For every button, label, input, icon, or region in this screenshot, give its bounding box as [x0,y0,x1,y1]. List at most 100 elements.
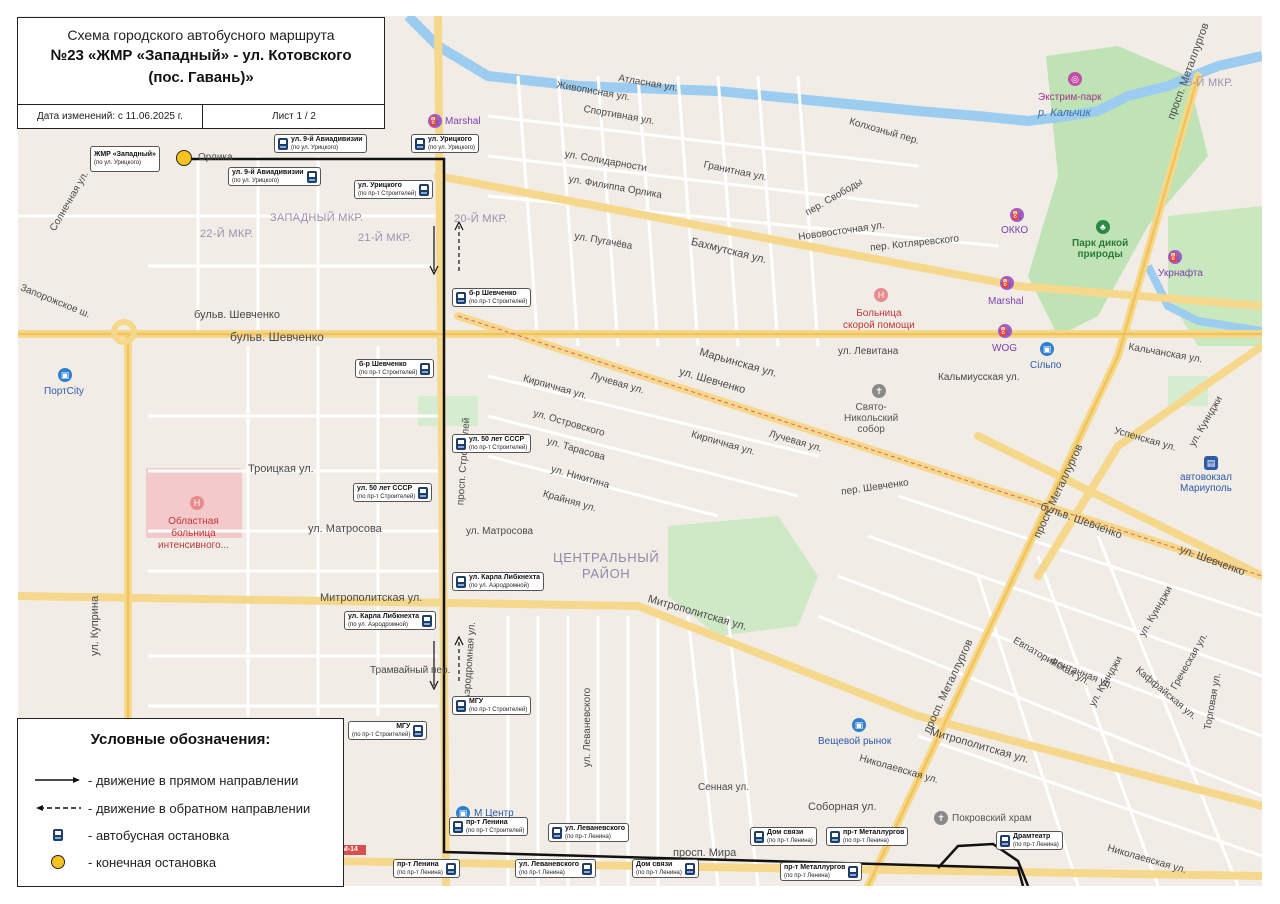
bus-stop[interactable]: ул. 50 лет СССР (по пр-т Строителей) [452,434,532,453]
change-date: Дата изменений: с 11.06.2025 г. [18,105,203,129]
bus-stop-icon [456,699,466,712]
bus-stop[interactable]: ул. Урицкого (по ул. Урицкого) [411,134,480,153]
poi-portcity[interactable]: ПортCity [44,386,84,397]
river-label: р. Кальчик [1038,107,1091,119]
title-block: Схема городского автобусного маршрута №2… [17,17,385,129]
district-central: ЦЕНТРАЛЬНЫЙ РАЙОН [553,550,660,581]
bus-stop-icon [53,829,63,841]
district-22: 22-Й МКР. [200,228,254,240]
bus-stop-icon [418,486,429,499]
extreme-park-icon: ◎ [1068,72,1082,86]
street-levanevskogo: ул. Леваневского [582,687,594,768]
bus-stop[interactable]: МГУ (по пр-т Строителей) [452,696,532,715]
terminal-stop-label[interactable]: ЖМР «Западный» (по ул. Урицкого) [90,146,160,172]
poi-nikolsky-cathedral[interactable]: Свято- Никольский собор [844,402,898,435]
bus-stop-icon [445,862,456,875]
bus-stop[interactable]: ул. 9-й Авиадивизии (по ул. Урицкого) [274,134,367,153]
bus-stop[interactable]: пр-т Ленина (по пр-т Ленина) [393,859,460,878]
poi-wildlife-park[interactable]: Парк дикой природы [1072,238,1128,260]
bus-stop-icon [456,437,466,450]
poi-silpo[interactable]: Сільпо [1030,360,1061,371]
hospital-icon: H [190,496,204,510]
street-shevchenko-blvd-2: бульв. Шевченко [230,330,324,344]
bus-stop-icon [420,362,431,375]
hospital-icon: H [874,288,888,302]
legend: Условные обозначения: - движение в прямо… [17,718,344,887]
bus-stop[interactable]: ул. 9-й Авиадивизии (по ул. Урицкого) [228,167,321,186]
bus-stop-icon [419,183,430,196]
bus-stop[interactable]: ул. Леваневского (по пр-т Ленина) [548,823,629,842]
poi-marshal-2[interactable]: Marshal [988,296,1024,307]
bus-stop[interactable]: Дом связи (по пр-т Ленина) [632,859,699,878]
gas-station-icon: ⛽ [1000,276,1014,290]
legend-bus-stop: - автобусная остановка [28,825,229,845]
poi-okko[interactable]: ОККО [1001,225,1028,236]
bus-stop[interactable]: ул. Урицкого (по пр-т Строителей) [354,180,434,199]
market-icon: ▣ [852,718,866,732]
bus-stop[interactable]: б-р Шевченко (по пр-т Строителей) [452,288,532,307]
dashed-arrow-icon [28,798,88,818]
title-line1: Схема городского автобусного маршрута [67,27,335,43]
bus-stop-icon [453,820,463,833]
bus-stop-icon [1000,834,1010,847]
road-m14: М-14 [342,846,358,853]
poi-marshal[interactable]: Marshal [445,116,481,127]
tree-icon: ♣ [1096,220,1110,234]
church-icon: ✝ [872,384,886,398]
street-kalmiusskaya: Кальмиусская ул. [938,372,1020,383]
bus-stop[interactable]: ул. Леваневского (по пр-т Ленина) [515,859,596,878]
sheet-number: Лист 1 / 2 [272,111,316,122]
poi-bus-station[interactable]: автовокзал Мариуполь [1180,472,1232,494]
legend-terminal: - конечная остановка [28,852,216,872]
bus-stop[interactable]: МГУ (по пр-т Строителей) [348,721,428,740]
district-21: 21-Й МКР. [358,232,412,244]
bus-station-icon: ▤ [1204,456,1218,470]
street-tramvayny: Трамвайный пер. [370,665,451,676]
bus-stop[interactable]: пр-т Металлургов (по пр-т Ленина) [826,827,909,846]
street-kuprina: ул. Куприна [89,595,101,656]
bus-stop-icon [413,724,424,737]
street-levitana: ул. Левитана [838,346,899,357]
bus-stop[interactable]: ул. Карла Либкнехта (по ул. Аэродромной) [344,611,437,630]
title-header: Схема городского автобусного маршрута №2… [18,18,384,105]
bus-stop-icon [415,137,425,150]
bus-stop-icon [581,862,592,875]
street-matrosova-2: ул. Матросова [466,526,534,537]
poi-pokrovsky[interactable]: Покровский храм [952,813,1032,824]
gas-station-icon: ⛽ [1168,250,1182,264]
street-matrosova: ул. Матросова [308,523,382,535]
terminal-stop-icon [51,855,65,869]
bus-stop[interactable]: ул. Карла Либкнехта (по ул. Аэродромной) [452,572,545,591]
street-sobornaya: Соборная ул. [808,801,877,813]
shopping-icon: ▣ [1040,342,1054,356]
poi-wog[interactable]: WOG [992,343,1017,354]
church-icon: ✝ [934,811,948,825]
bus-stop-icon [306,170,317,183]
poi-ukrnafta[interactable]: Укрнафта [1158,268,1203,279]
gas-station-icon: ⛽ [1010,208,1024,222]
bus-stop-icon [684,862,695,875]
bus-stop[interactable]: Драмтеатр (по пр-т Ленина) [996,831,1063,850]
bus-stop[interactable]: б-р Шевченко (по пр-т Строителей) [355,359,435,378]
bus-stop[interactable]: пр-т Ленина (по пр-т Строителей) [449,817,529,836]
poi-hospital[interactable]: Больница скорой помощи [843,308,915,332]
poi-extreme-park[interactable]: Экстрим-парк [1038,92,1102,103]
bus-stop[interactable]: пр-т Металлургов (по пр-т Ленина) [780,862,863,881]
bus-stop-icon [552,826,562,839]
terminal-stop-marker[interactable] [176,150,192,166]
district-zapadny: ЗАПАДНЫЙ МКР. [270,212,364,224]
district-20: 20-Й МКР. [454,213,508,225]
legend-heading: Условные обозначения: [90,731,271,748]
bus-stop-icon [456,291,466,304]
bus-stop[interactable]: Дом связи (по пр-т Ленина) [750,827,817,846]
street-mitropolitskaya: Митрополитская ул. [320,592,423,604]
poi-oblast-hospital[interactable]: Областная больница интенсивного... [158,516,229,552]
title-line3: (пос. Гавань)» [148,69,254,86]
poi-market[interactable]: Вещевой рынок [818,736,891,747]
bus-stop[interactable]: ул. 50 лет СССР (по пр-т Строителей) [353,483,433,502]
solid-arrow-icon [28,770,88,790]
street-mira: просп. Мира [673,847,737,859]
gas-station-icon: ⛽ [428,114,442,128]
district-5: 5-Й МКР. [1186,77,1234,89]
bus-stop-icon [278,137,288,150]
